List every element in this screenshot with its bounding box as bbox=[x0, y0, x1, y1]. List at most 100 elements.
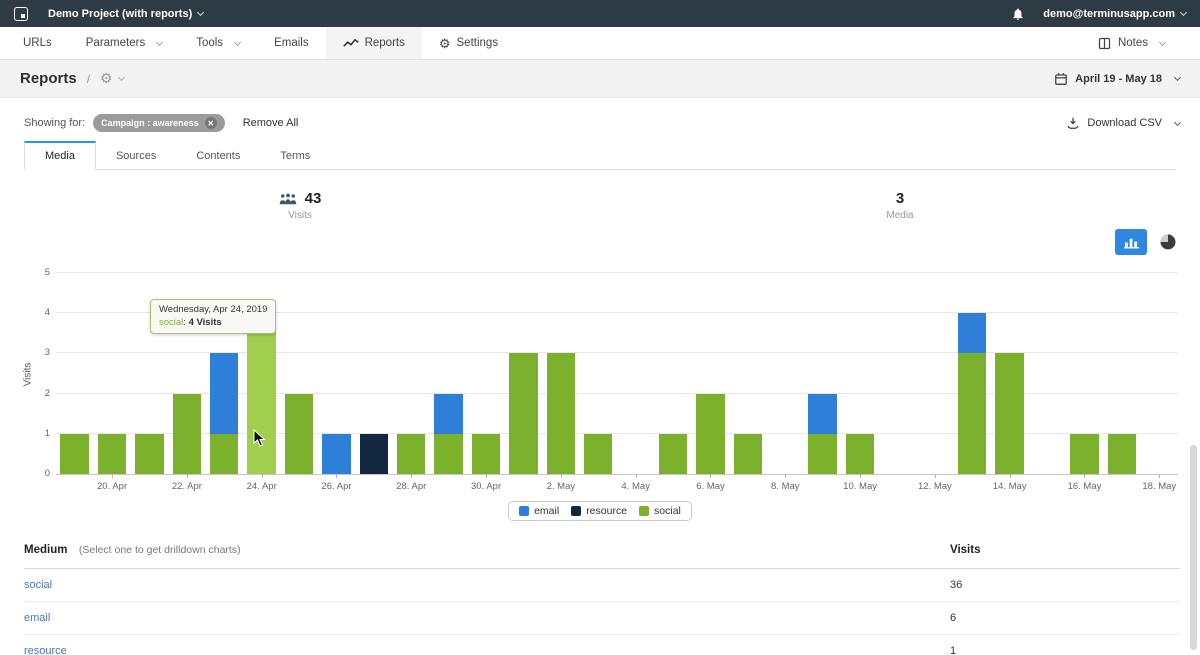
bar-segment-social[interactable] bbox=[958, 353, 986, 474]
chevron-down-icon bbox=[118, 74, 125, 81]
tab-contents[interactable]: Contents bbox=[176, 143, 260, 169]
stat-media: 3 Media bbox=[600, 190, 1200, 221]
report-settings-menu[interactable]: ⚙ bbox=[100, 70, 124, 87]
bar-segment-social[interactable] bbox=[285, 394, 313, 474]
bar-segment-social[interactable] bbox=[397, 434, 425, 474]
stacked-bar-may-17 bbox=[1108, 273, 1136, 474]
stacked-bar-may-14 bbox=[995, 273, 1023, 474]
bar-segment-email[interactable] bbox=[958, 313, 986, 353]
bar-segment-social[interactable] bbox=[434, 434, 462, 474]
bar-segment-social[interactable] bbox=[995, 353, 1023, 474]
visits-value: 1 bbox=[950, 645, 956, 655]
filter-chip-campaign-awareness[interactable]: Campaign : awareness ✕ bbox=[93, 114, 225, 132]
nav-item-tools[interactable]: Tools bbox=[179, 27, 257, 59]
x-axis-tick-label: 2. May bbox=[547, 481, 576, 492]
day-slot: 2. May bbox=[542, 273, 579, 474]
bar-chart-toggle-button[interactable] bbox=[1115, 229, 1147, 255]
bar-segment-social[interactable] bbox=[696, 394, 724, 474]
medium-link-email[interactable]: email bbox=[24, 612, 950, 624]
x-axis-tick bbox=[486, 474, 487, 478]
legend-label: social bbox=[654, 505, 681, 517]
bar-segment-social[interactable] bbox=[547, 353, 575, 474]
x-axis-tick-label: 6. May bbox=[696, 481, 725, 492]
day-slot: 20. Apr bbox=[93, 273, 130, 474]
bar-segment-social[interactable] bbox=[584, 434, 612, 474]
day-slot: 4. May bbox=[617, 273, 654, 474]
bar-segment-social[interactable] bbox=[846, 434, 874, 474]
bar-segment-resource[interactable] bbox=[360, 434, 388, 474]
remove-all-button[interactable]: Remove All bbox=[243, 117, 299, 129]
x-axis-tick bbox=[710, 474, 711, 478]
bar-segment-email[interactable] bbox=[808, 394, 836, 434]
day-slot: 6. May bbox=[692, 273, 729, 474]
date-range-label: April 19 - May 18 bbox=[1075, 73, 1162, 85]
user-menu[interactable]: demo@terminusapp.com bbox=[1043, 8, 1186, 20]
bar-segment-social[interactable] bbox=[659, 434, 687, 474]
social-swatch-icon bbox=[639, 506, 649, 516]
bar-segment-email[interactable] bbox=[322, 434, 350, 474]
legend-item-resource[interactable]: resource bbox=[571, 505, 627, 517]
x-axis-tick bbox=[262, 474, 263, 478]
date-range-picker[interactable]: April 19 - May 18 bbox=[1054, 72, 1180, 86]
stacked-bar-may-16 bbox=[1070, 273, 1098, 474]
chevron-down-icon bbox=[156, 38, 163, 45]
media-label: Media bbox=[886, 210, 913, 221]
stacked-bar-may-12 bbox=[921, 273, 949, 474]
notifications-bell-icon[interactable] bbox=[1011, 7, 1025, 21]
medium-link-resource[interactable]: resource bbox=[24, 645, 950, 655]
x-axis-tick-label: 8. May bbox=[771, 481, 800, 492]
download-csv-button[interactable]: Download CSV bbox=[1066, 116, 1180, 130]
x-axis-tick-label: 20. Apr bbox=[97, 481, 127, 492]
bar-segment-social[interactable] bbox=[210, 434, 238, 474]
chip-close-icon[interactable]: ✕ bbox=[205, 117, 217, 129]
app-logo-icon[interactable] bbox=[14, 7, 28, 21]
page-header: Reports / ⚙ April 19 - May 18 bbox=[0, 60, 1200, 98]
y-axis-tick-label: 5 bbox=[24, 267, 50, 278]
visits-value: 36 bbox=[950, 579, 962, 591]
x-axis-tick-label: 24. Apr bbox=[247, 481, 277, 492]
legend-item-social[interactable]: social bbox=[639, 505, 681, 517]
nav-item-parameters[interactable]: Parameters bbox=[69, 27, 179, 59]
project-switcher[interactable]: Demo Project (with reports) bbox=[48, 8, 203, 20]
bar-segment-email[interactable] bbox=[210, 353, 238, 433]
pie-chart-toggle-button[interactable] bbox=[1160, 234, 1176, 250]
bar-segment-social[interactable] bbox=[173, 394, 201, 474]
calendar-icon bbox=[1054, 72, 1068, 86]
bar-segment-social[interactable] bbox=[1070, 434, 1098, 474]
day-slot: 30. Apr bbox=[467, 273, 504, 474]
notes-menu[interactable]: Notes bbox=[1080, 37, 1182, 50]
visitors-icon bbox=[279, 193, 297, 205]
bar-segment-social[interactable] bbox=[472, 434, 500, 474]
medium-link-social[interactable]: social bbox=[24, 579, 950, 591]
nav-item-urls[interactable]: URLs bbox=[6, 27, 69, 59]
tab-terms[interactable]: Terms bbox=[260, 143, 330, 169]
nav-item-settings[interactable]: ⚙Settings bbox=[422, 27, 515, 59]
bar-segment-social[interactable] bbox=[808, 434, 836, 474]
bar-segment-social[interactable] bbox=[1108, 434, 1136, 474]
nav-item-reports[interactable]: Reports bbox=[326, 27, 422, 59]
bar-segment-social[interactable] bbox=[60, 434, 88, 474]
x-axis-tick-label: 12. May bbox=[918, 481, 952, 492]
scrollbar-thumb[interactable] bbox=[1190, 445, 1197, 650]
bar-segment-social[interactable] bbox=[247, 313, 275, 474]
x-axis-tick-label: 18. May bbox=[1142, 481, 1176, 492]
bar-segment-social[interactable] bbox=[509, 353, 537, 474]
tab-sources[interactable]: Sources bbox=[96, 143, 176, 169]
nav-item-emails[interactable]: Emails bbox=[257, 27, 326, 59]
legend-item-email[interactable]: email bbox=[519, 505, 559, 517]
bar-segment-social[interactable] bbox=[734, 434, 762, 474]
notebook-icon bbox=[1097, 37, 1112, 50]
bar-segment-social[interactable] bbox=[98, 434, 126, 474]
report-tabs: Media Sources Contents Terms bbox=[24, 142, 1176, 170]
stacked-bar-apr-25 bbox=[285, 273, 313, 474]
bar-segment-social[interactable] bbox=[135, 434, 163, 474]
y-axis-title: Visits bbox=[22, 363, 33, 387]
bar-segment-email[interactable] bbox=[434, 394, 462, 434]
day-slot bbox=[1028, 273, 1065, 474]
gear-icon: ⚙ bbox=[439, 37, 451, 50]
nav-label: URLs bbox=[23, 37, 52, 49]
table-row: resource 1 bbox=[24, 635, 1180, 655]
day-slot: 16. May bbox=[1066, 273, 1103, 474]
download-icon bbox=[1066, 116, 1080, 130]
tab-media[interactable]: Media bbox=[24, 141, 96, 170]
